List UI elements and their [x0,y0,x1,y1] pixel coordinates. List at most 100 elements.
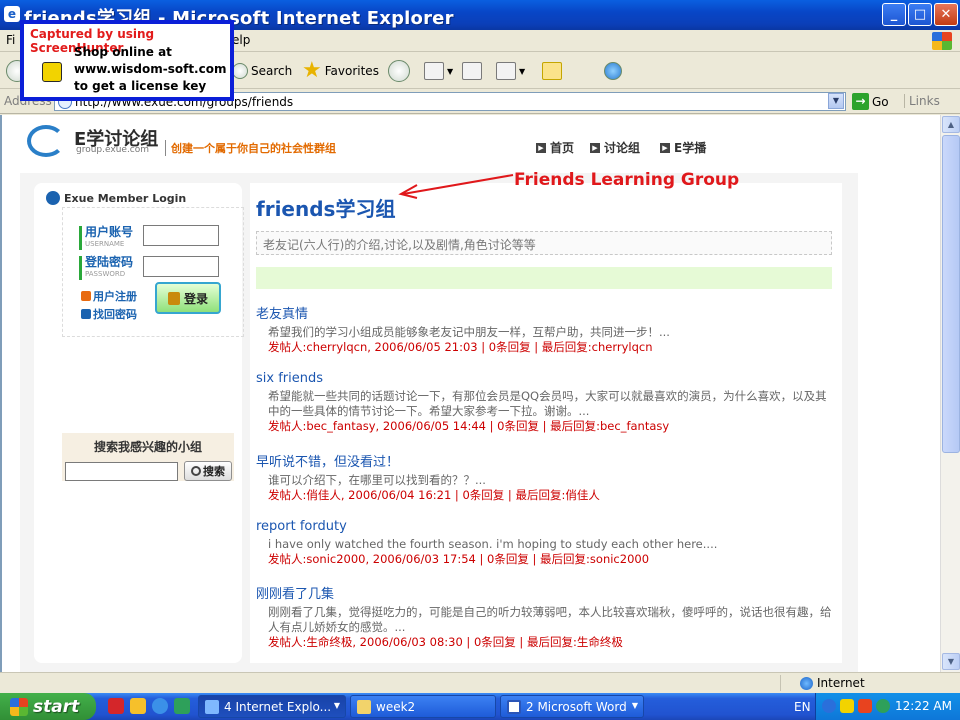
page-viewport: E学讨论组 group.exue.com 创建一个属于你自己的社会性群组 ▶ 首页… [0,115,940,672]
language-indicator[interactable]: EN [794,700,811,714]
post-title[interactable]: 早听说不错，但没看过！ [256,451,836,470]
print-button[interactable] [462,59,482,83]
scroll-thumb[interactable] [942,135,960,453]
nav-groups[interactable]: ▶ 讨论组 [590,139,640,156]
menu-help[interactable]: elp [232,33,250,47]
group-search-title: 搜索我感兴趣的小组 [93,440,202,454]
status-divider [780,675,781,691]
taskbar-folder-label: week2 [376,699,416,714]
recover-password-link[interactable]: 找回密码 [81,306,137,322]
left-sidebar: Exue Member Login 用户账号 USERNAME 登陆密码 PASSW… [34,183,244,663]
post-title[interactable]: report forduty [256,519,836,534]
nav-home[interactable]: ▶ 首页 [536,139,574,156]
login-button[interactable]: 登录 [155,282,221,314]
search-button[interactable]: Search [232,59,292,83]
magnifier-icon [191,466,201,476]
group-title: friends学习组 [256,197,396,221]
scroll-down-button[interactable]: ▼ [942,653,960,670]
messenger-icon [604,62,622,80]
tray-hand-icon[interactable] [840,699,854,713]
mail-button[interactable]: ▼ [424,59,453,83]
folder-icon [357,699,371,714]
go-button[interactable]: → Go [852,93,889,110]
password-label: 登陆密码 PASSWORD [79,256,133,280]
word-icon [507,699,521,714]
screenhunter-watermark: Captured by using ScreenHunter Shop onli… [20,20,234,101]
ie-icon [205,699,219,714]
vertical-scrollbar[interactable]: ▲ ▼ [940,115,960,672]
nav-home-label: 首页 [550,141,575,155]
links-label[interactable]: Links [904,94,940,108]
password-input[interactable] [143,256,219,277]
tray-help-icon[interactable] [822,699,836,713]
favorites-button[interactable]: ★ Favorites [302,59,379,83]
menu-file[interactable]: Fi [6,33,15,47]
chevron-down-icon: ▼ [333,701,340,710]
print-icon [462,62,482,80]
group-search-button[interactable]: 搜索 [184,461,232,481]
maximize-button[interactable]: □ [908,3,932,26]
login-heading: Exue Member Login [46,191,186,205]
site-slogan: 创建一个属于你自己的社会性群组 [165,140,336,156]
minimize-button[interactable]: _ [882,3,906,26]
favorites-star-icon: ★ [302,58,322,83]
quicklaunch-ie-icon[interactable] [152,698,168,714]
nav-broadcast[interactable]: ▶ E学播 [660,139,706,156]
register-link[interactable]: 用户注册 [81,288,137,304]
history-icon [388,60,410,82]
windows-logo-icon [932,32,952,50]
quicklaunch-app-icon[interactable] [174,698,190,714]
post-excerpt: 希望我们的学习小组成员能够象老友记中朋友一样，互帮户助，共同进一步！... [268,325,670,339]
go-label: Go [872,94,889,109]
nav-arrow-icon: ▶ [660,142,670,153]
annotation-arrow [398,174,514,199]
post-item: six friends 希望能就一些共同的话题讨论一下，有那位会员是QQ会员吗，… [256,371,836,434]
group-search-input[interactable] [65,462,178,481]
note-icon [542,62,562,80]
post-excerpt: 刚刚看了几集，觉得挺吃力的，可能是自己的听力较薄弱吧，本人比较喜欢瑞秋，傻呼呼的… [268,605,832,634]
post-title[interactable]: 刚刚看了几集 [256,583,836,602]
post-title[interactable]: 老友真情 [256,303,836,322]
nav-arrow-icon: ▶ [536,142,546,153]
tray-app-icon[interactable] [876,699,890,713]
screenhunter-line2: www.wisdom-soft.com [74,62,227,76]
recover-label: 找回密码 [93,308,137,321]
taskbar-word-button[interactable]: 2 Microsoft Word ▼ [500,695,644,718]
nav-groups-label: 讨论组 [604,141,641,155]
edit-button[interactable]: ▼ [496,59,525,83]
address-dropdown[interactable]: ▼ [828,93,844,109]
nav-arrow-icon: ▶ [590,142,600,153]
post-meta: 发帖人:bec_fantasy, 2006/06/05 14:44 | 0条回复… [268,419,670,433]
discuss-button[interactable] [542,59,562,83]
quicklaunch-app-icon[interactable] [130,698,146,714]
nav-broadcast-label: E学播 [674,141,707,155]
post-title[interactable]: six friends [256,371,836,386]
windows-flag-icon [10,697,28,716]
close-button[interactable]: ✕ [934,3,958,26]
zone-label: Internet [817,676,865,690]
taskbar-ie-label: 4 Internet Explo... [224,699,332,714]
go-arrow-icon: → [852,93,869,110]
tray-mail-icon[interactable] [858,699,872,713]
group-search: 搜索我感兴趣的小组 搜索 [62,433,234,481]
chevron-down-icon: ▼ [631,701,638,710]
post-excerpt: 希望能就一些共同的话题讨论一下，有那位会员是QQ会员吗，大家可以就最喜欢的演员，… [268,389,827,418]
ie-icon: e [4,6,20,22]
lock-icon [167,291,180,305]
messenger-button[interactable] [604,59,622,83]
username-label: 用户账号 USERNAME [79,226,133,250]
site-domain: group.exue.com [76,145,150,155]
quicklaunch-app-icon[interactable] [108,698,124,714]
group-description: 老友记(六人行)的介绍,讨论,以及剧情,角色讨论等等 [256,231,832,255]
scroll-up-button[interactable]: ▲ [942,116,960,133]
group-toolbar-band [256,267,832,289]
recover-icon [81,309,91,319]
edit-icon [496,62,516,80]
taskbar-folder-button[interactable]: week2 [350,695,496,718]
site-logo-icon[interactable] [27,125,65,157]
taskbar-ie-button[interactable]: 4 Internet Explo... ▼ [198,695,346,718]
start-button[interactable]: start [0,693,96,720]
username-input[interactable] [143,225,219,246]
register-label: 用户注册 [93,290,137,303]
history-button[interactable] [388,59,410,83]
